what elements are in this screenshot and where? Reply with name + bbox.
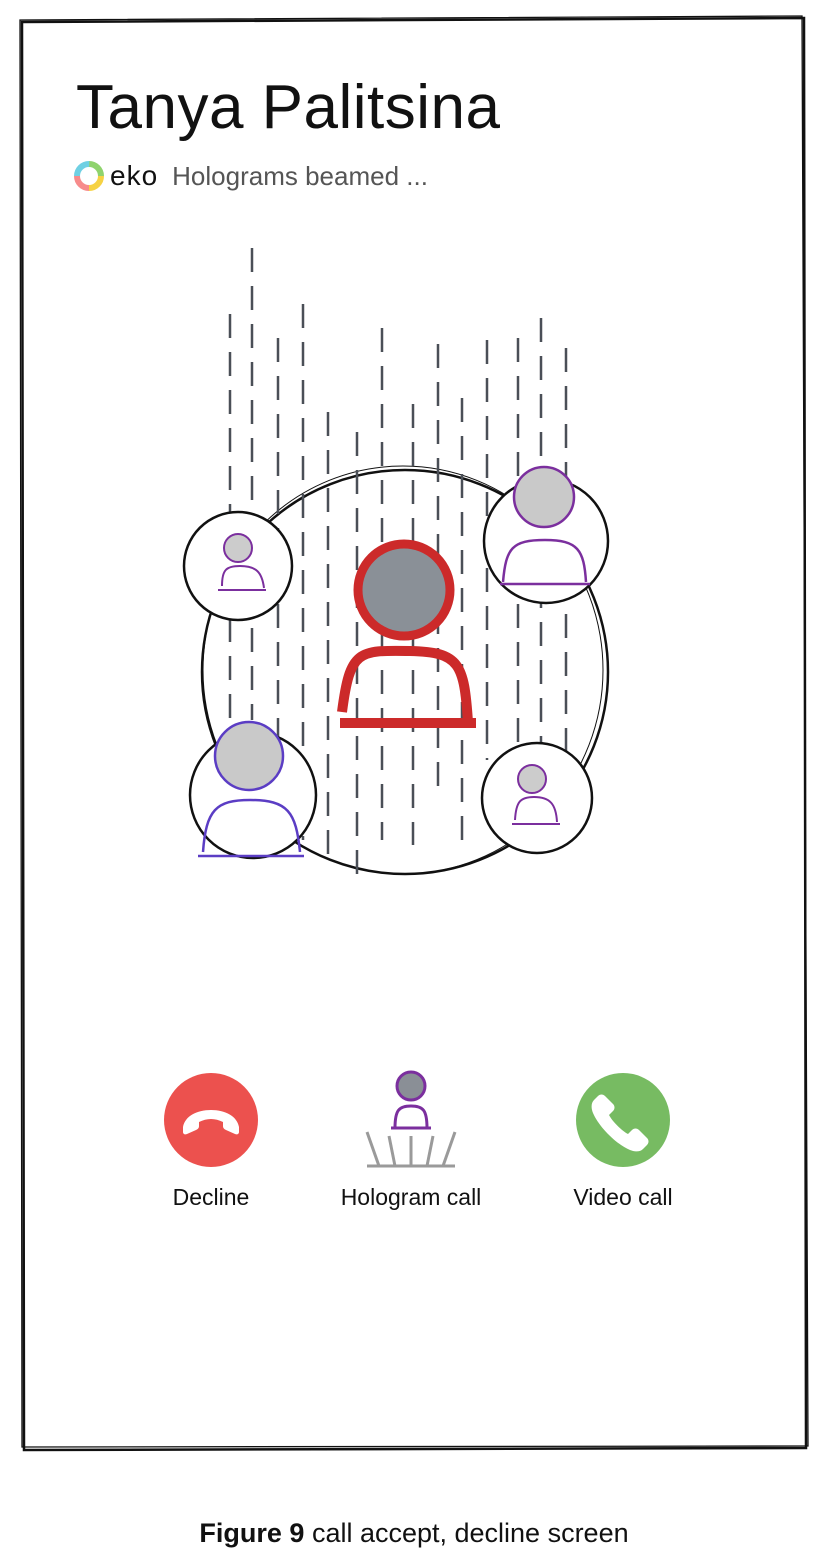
phone-icon <box>576 1073 670 1167</box>
decline-button[interactable] <box>161 1070 261 1170</box>
video-call-label: Video call <box>573 1184 673 1210</box>
decline-action[interactable]: Decline <box>106 1070 316 1211</box>
phone-hangup-icon <box>164 1073 258 1167</box>
hologram-illustration <box>182 248 610 876</box>
call-status-text: Holograms beamed ... <box>172 160 428 191</box>
participant-bottom-left <box>188 720 318 860</box>
figure-number: Figure 9 <box>199 1518 305 1548</box>
decline-label: Decline <box>172 1184 250 1210</box>
eko-logo-icon <box>72 159 106 193</box>
participant-bottom-right <box>480 741 594 855</box>
app-brand-name: eko <box>110 160 159 191</box>
figure-caption: Figure 9 call accept, decline screen <box>0 1518 828 1549</box>
caller-name: Tanya Palitsina <box>76 73 501 142</box>
participant-top-left <box>182 510 294 622</box>
app-info-row: eko Holograms beamed ... <box>72 156 428 196</box>
central-hologram-person <box>337 539 476 728</box>
video-call-button[interactable] <box>573 1070 673 1170</box>
video-call-action[interactable]: Video call <box>518 1070 728 1211</box>
hologram-call-label: Hologram call <box>340 1184 482 1210</box>
figure-caption-text: call accept, decline screen <box>311 1518 629 1548</box>
participant-top-right <box>482 465 610 605</box>
hologram-person-icon <box>365 1070 457 1168</box>
hologram-call-action[interactable]: Hologram call <box>306 1070 516 1211</box>
hologram-call-button[interactable] <box>361 1070 461 1170</box>
